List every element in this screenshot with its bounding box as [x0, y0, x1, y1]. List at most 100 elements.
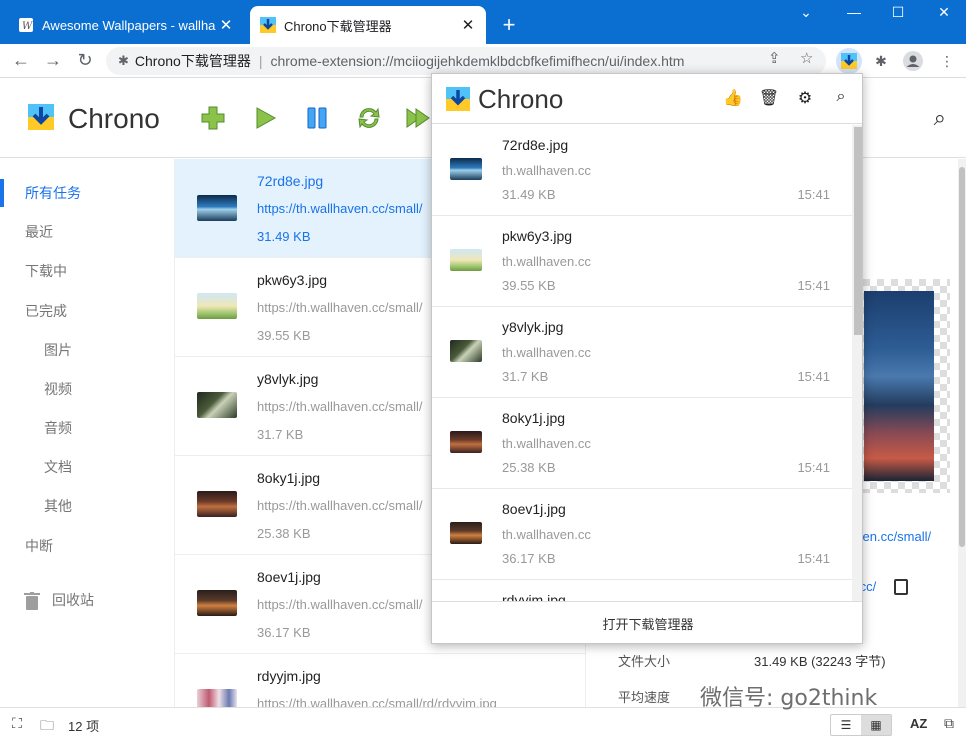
popup-header: Chrono 👍 🗑 ⚙ ⌕: [432, 74, 862, 124]
grid-view-icon[interactable]: ▦: [861, 715, 891, 735]
popup-list-item[interactable]: 8oev1j.jpg th.wallhaven.cc 36.17 KB 15:4…: [432, 489, 852, 580]
thumbnail: [450, 249, 482, 271]
sidebar-item-label: 最近: [25, 224, 53, 240]
select-mode-icon[interactable]: ⛶: [8, 715, 26, 733]
file-host: th.wallhaven.cc: [502, 345, 591, 360]
omnibox-ext-name: Chrono下载管理器: [134, 53, 251, 69]
file-name: 8oev1j.jpg: [257, 569, 321, 585]
gear-icon[interactable]: ⚙: [794, 88, 816, 110]
trash-icon: [24, 592, 40, 610]
search-icon[interactable]: ⌕: [934, 105, 946, 131]
add-icon[interactable]: [200, 105, 226, 131]
file-url[interactable]: https://th.wallhaven.cc/small/rd/rdyyjm.…: [257, 696, 497, 707]
clear-list-icon[interactable]: 🗑: [758, 88, 780, 110]
folder-icon[interactable]: 🗀: [38, 715, 56, 733]
file-size: 25.38 KB: [257, 526, 311, 541]
file-url[interactable]: https://th.wallhaven.cc/small/: [257, 201, 422, 216]
reload-icon[interactable]: ↻: [74, 50, 96, 71]
new-tab-icon[interactable]: +: [498, 12, 520, 38]
svg-text:W: W: [22, 21, 33, 32]
search-icon[interactable]: ⌕: [830, 88, 852, 110]
forward-icon[interactable]: →: [42, 50, 64, 71]
scrollbar-thumb[interactable]: [959, 167, 965, 547]
list-item[interactable]: rdyyjm.jpg https://th.wallhaven.cc/small…: [175, 654, 585, 707]
browser-tabstrip: W Awesome Wallpapers - wallha ✕ Chrono下载…: [0, 0, 966, 44]
window-close-icon[interactable]: ✕: [934, 4, 954, 21]
popup-download-list: 72rd8e.jpg th.wallhaven.cc 31.49 KB 15:4…: [432, 125, 852, 601]
file-size: 31.49 KB: [502, 187, 556, 202]
detail-scrollbar[interactable]: [958, 159, 966, 707]
sidebar-item-other[interactable]: 其他: [0, 486, 174, 526]
play-all-icon[interactable]: [404, 105, 430, 131]
open-download-manager-button[interactable]: 打开下载管理器: [432, 601, 862, 643]
file-host: th.wallhaven.cc: [502, 436, 591, 451]
sidebar-item-video[interactable]: 视频: [0, 369, 174, 409]
extensions-icon[interactable]: ✱: [868, 48, 894, 74]
chevron-down-icon[interactable]: ⌄: [796, 4, 816, 21]
tab-close-icon[interactable]: ✕: [218, 16, 234, 34]
sidebar-item-audio[interactable]: 音频: [0, 408, 174, 448]
file-url[interactable]: https://th.wallhaven.cc/small/: [257, 399, 422, 414]
popup-list-item[interactable]: rdyyjm.jpg: [432, 580, 852, 601]
file-url[interactable]: https://th.wallhaven.cc/small/: [257, 498, 422, 513]
sidebar-item-interrupted[interactable]: 中断: [0, 526, 174, 566]
sidebar-item-label: 回收站: [52, 592, 94, 608]
file-time: 15:41: [797, 551, 830, 566]
file-name: 8oky1j.jpg: [502, 410, 566, 426]
play-icon[interactable]: [252, 105, 278, 131]
sort-az-icon[interactable]: AZ: [910, 716, 927, 731]
omnibox-url: chrome-extension://mciiogijehkdemklbdcbf…: [270, 53, 685, 69]
view-toggle: ☰ ▦: [830, 714, 892, 736]
sidebar-item-downloading[interactable]: 下载中: [0, 251, 174, 291]
refresh-icon[interactable]: [356, 105, 382, 131]
file-size: 39.55 KB: [502, 278, 556, 293]
wechat-watermark: 微信号: go2think: [700, 686, 878, 711]
profile-avatar-icon[interactable]: [900, 48, 926, 74]
tab-wallpapers[interactable]: W Awesome Wallpapers - wallha ✕: [8, 6, 244, 44]
file-time: 15:41: [797, 187, 830, 202]
thumbnail: [450, 158, 482, 180]
file-url[interactable]: https://th.wallhaven.cc/small/: [257, 300, 422, 315]
file-name: rdyyjm.jpg: [502, 592, 566, 601]
scrollbar-thumb[interactable]: [854, 127, 862, 335]
sidebar-item-completed[interactable]: 已完成: [0, 291, 174, 331]
popup-list-item[interactable]: y8vlyk.jpg th.wallhaven.cc 31.7 KB 15:41: [432, 307, 852, 398]
popup-list-item[interactable]: 8oky1j.jpg th.wallhaven.cc 25.38 KB 15:4…: [432, 398, 852, 489]
copy-icon[interactable]: [894, 579, 908, 595]
window-restore-icon[interactable]: ⧉: [940, 715, 958, 733]
sidebar-item-label: 下载中: [25, 263, 67, 279]
popup-list-item[interactable]: 72rd8e.jpg th.wallhaven.cc 31.49 KB 15:4…: [432, 125, 852, 216]
chrono-logo-icon: [28, 104, 54, 130]
list-view-icon[interactable]: ☰: [831, 715, 861, 735]
detail-url-link[interactable]: ven.cc/small/: [856, 529, 931, 544]
address-bar[interactable]: ✱ Chrono下载管理器 | chrome-extension://mciio…: [106, 47, 826, 75]
tab-close-icon[interactable]: ✕: [460, 16, 476, 34]
sidebar-item-all[interactable]: 所有任务: [0, 173, 174, 213]
thumbnail: [197, 689, 237, 707]
file-name: rdyyjm.jpg: [257, 668, 321, 684]
sidebar-item-trash[interactable]: 回收站: [0, 580, 174, 620]
sidebar-item-documents[interactable]: 文档: [0, 447, 174, 487]
sidebar-item-label: 图片: [44, 342, 72, 358]
file-size: 36.17 KB: [502, 551, 556, 566]
sidebar-item-images[interactable]: 图片: [0, 330, 174, 370]
popup-title: Chrono: [478, 84, 564, 114]
tab-chrono[interactable]: Chrono下载管理器 ✕: [250, 6, 486, 44]
share-icon[interactable]: ⇪: [768, 49, 781, 67]
thumbs-up-icon[interactable]: 👍: [722, 88, 744, 110]
maximize-icon[interactable]: ☐: [888, 4, 908, 21]
back-icon[interactable]: ←: [10, 50, 32, 71]
tab-title: Awesome Wallpapers - wallha: [42, 17, 216, 33]
pause-icon[interactable]: [304, 105, 330, 131]
sidebar-item-recent[interactable]: 最近: [0, 212, 174, 252]
chrono-popup: Chrono 👍 🗑 ⚙ ⌕ 72rd8e.jpg th.wallhaven.c…: [431, 73, 863, 644]
minimize-icon[interactable]: —: [844, 4, 864, 20]
popup-scrollbar[interactable]: [852, 125, 862, 601]
file-time: 15:41: [797, 278, 830, 293]
file-size: 31.7 KB: [257, 427, 304, 442]
file-url[interactable]: https://th.wallhaven.cc/small/: [257, 597, 422, 612]
bookmark-star-icon[interactable]: ☆: [800, 49, 813, 67]
browser-menu-icon[interactable]: ⋮: [934, 48, 960, 74]
popup-list-item[interactable]: pkw6y3.jpg th.wallhaven.cc 39.55 KB 15:4…: [432, 216, 852, 307]
chrono-extension-button[interactable]: [836, 48, 862, 74]
